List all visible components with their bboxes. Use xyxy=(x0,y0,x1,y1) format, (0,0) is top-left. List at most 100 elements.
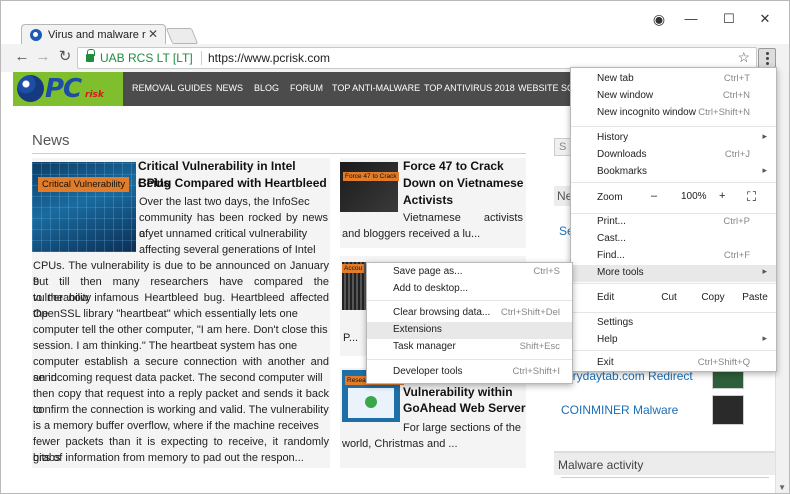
menu-item-label: Extensions xyxy=(393,324,442,335)
malware-activity-widget xyxy=(561,477,769,493)
article-body-line: a yet unnamed critical vulnerability xyxy=(139,228,308,240)
article-body-line: world, Christmas and ... xyxy=(342,438,458,450)
more-tools-submenu: Save page as... Ctrl+S Add to desktop...… xyxy=(366,262,573,384)
article-title-line[interactable]: Vulnerability within xyxy=(403,384,513,401)
new-tab-button[interactable] xyxy=(165,28,199,44)
zoom-out-button[interactable]: – xyxy=(651,190,657,202)
article-body-line: is a memory buffer overflow, where if th… xyxy=(33,420,319,432)
nav-removal-guides[interactable]: REMOVAL GUIDES xyxy=(132,83,212,93)
menu-item-label: Clear browsing data... xyxy=(393,307,491,318)
menu-item-label: Exit xyxy=(597,357,614,368)
menu-item-downloads[interactable]: Downloads Ctrl+J xyxy=(571,147,776,164)
submenu-item-task-manager[interactable]: Task manager Shift+Esc xyxy=(367,339,572,356)
article-title-line[interactable]: Down on Vietnamese xyxy=(403,175,523,192)
fullscreen-icon[interactable]: ⛶ xyxy=(747,189,756,205)
address-bar[interactable]: UAB RCS LT [LT] https://www.pcrisk.com ☆ xyxy=(77,47,757,69)
menu-item-new-incognito[interactable]: New incognito window Ctrl+Shift+N xyxy=(571,105,776,122)
menu-item-label: New window xyxy=(597,90,654,101)
browser-tab[interactable]: Virus and malware remo ✕ xyxy=(21,24,166,46)
menu-item-label: Bookmarks xyxy=(597,166,648,177)
article-title-line[interactable]: Being Compared with Heartbleed xyxy=(138,175,327,192)
menu-item-settings[interactable]: Settings xyxy=(571,315,776,332)
menu-item-label: New incognito window xyxy=(597,107,696,118)
logo-subtext: risk xyxy=(85,90,104,100)
tab-title: Virus and malware remo xyxy=(48,29,146,41)
bookmark-star-icon[interactable]: ☆ xyxy=(737,49,750,66)
article-body-line: computer tell the other computer, "I am … xyxy=(33,324,328,336)
reload-icon[interactable]: ↻ xyxy=(56,49,74,65)
article-thumbnail[interactable]: Critical Vulnerability xyxy=(32,162,136,252)
menu-item-label: Developer tools xyxy=(393,366,463,377)
article-body-line: affecting several generations of Intel xyxy=(139,244,316,256)
article-title-line[interactable]: Activists xyxy=(403,192,453,209)
sidebar-thumbnail[interactable] xyxy=(712,395,744,425)
menu-item-shortcut: Ctrl+J xyxy=(724,149,750,160)
article-title-line[interactable]: GoAhead Web Server xyxy=(403,400,525,417)
nav-news[interactable]: NEWS xyxy=(216,83,243,93)
profile-icon[interactable]: ◉ xyxy=(649,11,669,28)
nav-top-antivirus[interactable]: TOP ANTIVIRUS 2018 xyxy=(424,83,515,93)
menu-item-label: More tools xyxy=(597,267,644,278)
paste-button[interactable]: Paste xyxy=(737,292,773,303)
menu-item-new-window[interactable]: New window Ctrl+N xyxy=(571,88,776,105)
sidebar-thumbnail[interactable] xyxy=(712,369,744,389)
minimize-button[interactable]: — xyxy=(681,11,701,26)
menu-item-more-tools[interactable]: More tools ▸ xyxy=(571,265,776,282)
article-thumbnail[interactable]: Force 47 to Crack xyxy=(340,162,399,212)
article-body-line: and bloggers received a lu... xyxy=(342,228,481,240)
certificate-label[interactable]: UAB RCS LT [LT] xyxy=(100,51,193,65)
submenu-item-save-page[interactable]: Save page as... Ctrl+S xyxy=(367,264,572,281)
forward-arrow-icon[interactable]: → xyxy=(34,49,52,65)
chrome-menu-button[interactable] xyxy=(758,48,776,68)
news-heading: News xyxy=(32,132,70,149)
menu-item-shortcut: Ctrl+T xyxy=(723,73,750,84)
menu-separator xyxy=(367,359,572,360)
chrome-main-menu: New tab Ctrl+T New window Ctrl+N New inc… xyxy=(570,67,777,372)
article-card-intel[interactable]: Critical Vulnerability Critical Vulnerab… xyxy=(32,158,330,468)
menu-item-find[interactable]: Find... Ctrl+F xyxy=(571,248,776,265)
menu-separator xyxy=(571,312,776,313)
menu-item-shortcut: Ctrl+N xyxy=(722,90,750,101)
address-separator xyxy=(201,51,202,65)
menu-zoom-row: Zoom – 100% + ⛶ xyxy=(571,183,776,213)
menu-dot-icon xyxy=(766,57,769,60)
pcrisk-logo[interactable]: PC risk xyxy=(13,72,123,106)
submenu-item-clear-browsing-data[interactable]: Clear browsing data... Ctrl+Shift+Del xyxy=(367,305,572,322)
menu-item-cast[interactable]: Cast... xyxy=(571,231,776,248)
nav-blog[interactable]: BLOG xyxy=(254,83,279,93)
nav-top-anti-malware[interactable]: TOP ANTI-MALWARE xyxy=(332,83,420,93)
submenu-arrow-icon: ▸ xyxy=(762,333,767,343)
page-scrollbar[interactable]: ▼ xyxy=(775,72,789,493)
menu-item-shortcut: Ctrl+Shift+Del xyxy=(500,307,560,318)
submenu-item-developer-tools[interactable]: Developer tools Ctrl+Shift+I xyxy=(367,364,572,381)
submenu-item-add-to-desktop[interactable]: Add to desktop... xyxy=(367,281,572,298)
article-title-line[interactable]: Force 47 to Crack xyxy=(403,158,504,175)
back-arrow-icon[interactable]: ← xyxy=(13,49,31,65)
submenu-item-extensions[interactable]: Extensions xyxy=(367,322,572,339)
close-window-button[interactable]: ✕ xyxy=(755,11,775,27)
menu-edit-row: Edit Cut Copy Paste xyxy=(571,284,776,312)
menu-item-label: Task manager xyxy=(393,341,456,352)
menu-item-help[interactable]: Help ▸ xyxy=(571,332,776,349)
menu-separator xyxy=(367,300,572,301)
menu-item-bookmarks[interactable]: Bookmarks ▸ xyxy=(571,164,776,181)
menu-item-exit[interactable]: Exit Ctrl+Shift+Q xyxy=(571,355,776,372)
nav-forum[interactable]: FORUM xyxy=(290,83,323,93)
article-card-force47[interactable]: Force 47 to Crack Force 47 to Crack Down… xyxy=(340,158,526,248)
cut-button[interactable]: Cut xyxy=(653,292,685,303)
article-body-line: confirm the connection is working and va… xyxy=(33,404,329,416)
sidebar-link-coinminer[interactable]: COINMINER Malware xyxy=(561,403,678,417)
url-text[interactable]: https://www.pcrisk.com xyxy=(208,51,330,65)
tab-close-icon[interactable]: ✕ xyxy=(148,27,158,41)
zoom-in-button[interactable]: + xyxy=(719,190,725,202)
menu-item-shortcut: Ctrl+Shift+Q xyxy=(697,357,750,368)
menu-item-new-tab[interactable]: New tab Ctrl+T xyxy=(571,71,776,88)
copy-button[interactable]: Copy xyxy=(695,292,731,303)
scroll-down-arrow-icon[interactable]: ▼ xyxy=(778,483,786,492)
menu-item-print[interactable]: Print... Ctrl+P xyxy=(571,214,776,231)
menu-item-history[interactable]: History ▸ xyxy=(571,130,776,147)
menu-item-shortcut: Ctrl+Shift+N xyxy=(698,107,750,118)
browser-titlebar: Virus and malware remo ✕ ◉ — ☐ ✕ xyxy=(0,0,790,46)
article-body-line: session. I am thinking." The heartbeat s… xyxy=(33,340,298,352)
maximize-button[interactable]: ☐ xyxy=(719,11,739,27)
